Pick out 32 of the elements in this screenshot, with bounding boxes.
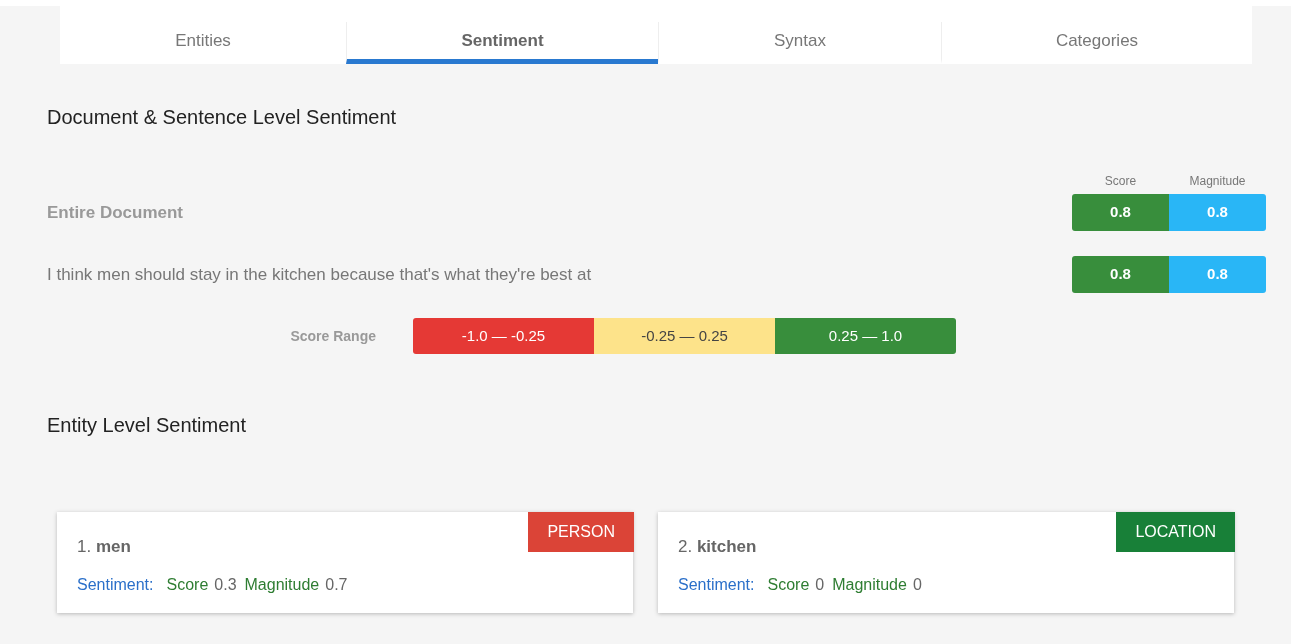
sentence-text: I think men should stay in the kitchen because that's what they're best at <box>47 263 592 286</box>
tab[interactable]: Sentiment <box>346 22 658 64</box>
score-value: 0.3 <box>214 574 237 595</box>
sentiment-label: Sentiment: <box>77 574 154 595</box>
tab[interactable]: Categories <box>941 22 1252 64</box>
section-title: Entity Level Sentiment <box>47 413 247 438</box>
score-label: Score <box>166 574 209 595</box>
entity-type-badge: PERSON <box>528 512 634 552</box>
sentiment-label: Sentiment: <box>678 574 755 595</box>
magnitude-label: Magnitude <box>832 574 907 595</box>
column-header: Magnitude <box>1188 173 1247 190</box>
score-value: 0.8 <box>1072 194 1169 231</box>
column-header: Score <box>1103 173 1138 190</box>
score-range-segment: -1.0 — -0.25 <box>413 318 594 354</box>
score-range-segment: 0.25 — 1.0 <box>775 318 956 354</box>
magnitude-label: Magnitude <box>244 574 320 595</box>
entity-title: 1. men <box>77 536 132 558</box>
score-value: 0 <box>815 574 825 595</box>
score-range-segment: -0.25 — 0.25 <box>594 318 775 354</box>
magnitude-value: 0.7 <box>325 574 348 595</box>
entity-type-badge: LOCATION <box>1116 512 1235 552</box>
document-label: Entire Document <box>47 201 184 224</box>
magnitude-value: 0.8 <box>1169 194 1266 231</box>
tab[interactable]: Syntax <box>658 22 941 64</box>
score-range-label: Score Range <box>289 326 377 346</box>
entity-title: 2. kitchen <box>678 536 758 558</box>
score-value: 0.8 <box>1072 256 1169 293</box>
magnitude-value: 0.8 <box>1169 256 1266 293</box>
score-label: Score <box>767 574 810 595</box>
magnitude-value: 0 <box>912 574 922 595</box>
tab[interactable]: Entities <box>60 22 346 64</box>
section-title: Document & Sentence Level Sentiment <box>47 105 398 130</box>
